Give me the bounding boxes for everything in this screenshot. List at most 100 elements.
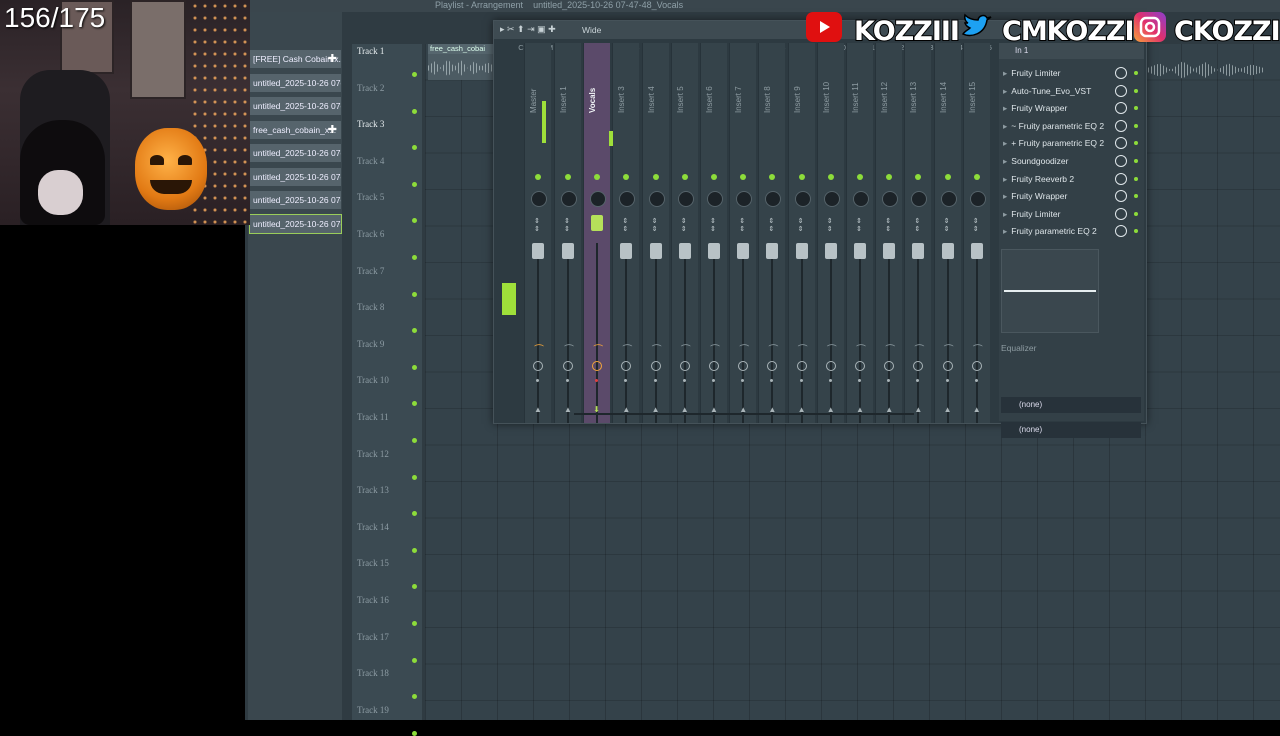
stereo-arrows-icon[interactable]: ⇕⇕ <box>798 218 804 234</box>
volume-fader[interactable] <box>678 243 691 259</box>
pan-knob[interactable] <box>648 191 665 207</box>
track-label[interactable]: Track 13 <box>357 485 389 495</box>
effect-slot[interactable]: ▸ Soundgoodizer <box>1003 153 1141 169</box>
track-label[interactable]: Track 14 <box>357 522 389 532</box>
track-label[interactable]: Track 15 <box>357 558 389 568</box>
track-mute-led[interactable] <box>412 72 417 77</box>
track-mute-led[interactable] <box>412 328 417 334</box>
mix-knob[interactable] <box>1115 225 1127 238</box>
send-icon[interactable]: ⏜ <box>622 345 632 356</box>
phase-icon[interactable] <box>825 361 836 371</box>
slot-enable-led[interactable] <box>1134 71 1138 75</box>
record-dot[interactable] <box>974 379 978 382</box>
record-dot[interactable] <box>536 379 539 382</box>
mixer-strip[interactable]: Insert 9 ⇕ ⇕ ⏜ ▲ <box>787 43 815 423</box>
track-label[interactable]: Track 3 <box>357 119 384 129</box>
phase-icon[interactable] <box>913 361 924 371</box>
strip-enable-led[interactable] <box>944 174 951 180</box>
mixer-strip[interactable]: Insert 15 ⇕ ⇕ ⏜ ▲ <box>962 43 990 423</box>
stereo-arrows-icon[interactable]: ⇕⇕ <box>681 218 687 234</box>
effect-slot[interactable]: ▸ ~ Fruity parametric EQ 2 <box>1003 118 1141 134</box>
slot-enable-led[interactable] <box>1134 194 1138 199</box>
mixer-strip[interactable]: Insert 3 ⇕ ⇕ ⏜ ▲ <box>612 43 640 423</box>
volume-fader[interactable] <box>562 243 574 259</box>
send-icon[interactable]: ⏜ <box>593 345 603 356</box>
mixer-strip[interactable]: Insert 11 ⇕ ⇕ ⏜ ▲ <box>846 43 873 423</box>
volume-fader[interactable] <box>941 243 954 259</box>
send-icon[interactable]: ⏜ <box>564 345 574 356</box>
slot-enable-led[interactable] <box>1134 123 1138 128</box>
phase-icon[interactable] <box>592 361 603 371</box>
phase-icon[interactable] <box>621 361 632 371</box>
track-label[interactable]: Track 12 <box>357 449 389 459</box>
track-label[interactable]: Track 5 <box>357 192 384 202</box>
route-arrow-icon[interactable]: ▲ <box>534 405 542 414</box>
browser-item[interactable]: untitled_2025-10-26 07-... <box>250 74 341 92</box>
strip-enable-led[interactable] <box>740 174 747 180</box>
browser-item[interactable]: untitled_2025-10-26 07-... <box>250 97 341 115</box>
mixer-strip[interactable]: Insert 10 ⇕ ⇕ ⏜ ▲ <box>816 43 844 423</box>
effect-slot[interactable]: ▸ Auto-Tune_Evo_VST <box>1003 83 1141 99</box>
stereo-arrows-icon[interactable]: ⇕⇕ <box>944 218 950 234</box>
browser-item[interactable]: untitled_2025-10-26 07-... <box>249 214 342 234</box>
track-mute-led[interactable] <box>412 547 417 553</box>
send-icon[interactable]: ⏜ <box>914 345 924 356</box>
mix-knob[interactable] <box>1115 172 1127 185</box>
audio-clip-waveform[interactable] <box>1148 56 1263 80</box>
track-label[interactable]: Track 17 <box>357 632 389 642</box>
track-label[interactable]: Track 6 <box>357 229 384 239</box>
track-mute-led[interactable] <box>412 694 417 700</box>
track-mute-led[interactable] <box>412 401 417 407</box>
effect-slot[interactable]: ▸ Fruity Limiter <box>1003 65 1141 81</box>
stereo-arrows-icon[interactable]: ⇕⇕ <box>564 218 570 234</box>
mix-knob[interactable] <box>1115 102 1127 115</box>
strip-enable-led[interactable] <box>594 174 601 180</box>
browser-item[interactable]: untitled_2025-10-26 07-... <box>250 168 341 186</box>
volume-fader[interactable] <box>883 243 896 259</box>
output-route[interactable]: (none) <box>1001 422 1141 438</box>
phase-icon[interactable] <box>709 361 719 371</box>
strip-enable-led[interactable] <box>565 174 571 180</box>
track-mute-led[interactable] <box>412 108 417 114</box>
pan-knob[interactable] <box>969 191 986 207</box>
slot-enable-led[interactable] <box>1134 159 1138 163</box>
stereo-arrows-icon[interactable]: ⇕⇕ <box>739 218 745 234</box>
phase-icon[interactable] <box>767 361 778 371</box>
slot-enable-led[interactable] <box>1134 176 1138 181</box>
pan-knob[interactable] <box>561 191 577 207</box>
mixer-strip[interactable]: Insert 4 ⇕ ⇕ ⏜ ▲ <box>641 43 669 423</box>
track-mute-led[interactable] <box>412 584 417 590</box>
strip-enable-led[interactable] <box>915 174 922 180</box>
track-label[interactable]: Track 7 <box>357 266 384 276</box>
mix-knob[interactable] <box>1115 84 1127 97</box>
strip-enable-led[interactable] <box>681 174 688 180</box>
route-arrow-icon[interactable]: ▲ <box>564 405 572 414</box>
volume-fader[interactable] <box>737 243 750 259</box>
record-dot[interactable] <box>712 379 715 382</box>
audio-clip[interactable]: free_cash_cobai <box>428 44 494 80</box>
send-icon[interactable]: ⏜ <box>798 345 808 356</box>
mixer-strip[interactable]: Insert 14 ⇕ ⇕ ⏜ ▲ <box>933 43 961 423</box>
strip-enable-led[interactable] <box>798 174 805 180</box>
volume-fader[interactable] <box>970 243 983 259</box>
mixer-strip[interactable]: Insert 13 ⇕ ⇕ ⏜ ▲ <box>904 43 932 423</box>
mixer-strip[interactable]: Insert 8 ⇕ ⇕ ⏜ ▲ <box>758 43 786 423</box>
plus-icon[interactable]: ✚ <box>328 121 337 139</box>
browser-item[interactable]: untitled_2025-10-26 07-... <box>250 144 341 162</box>
track-mute-led[interactable] <box>412 291 417 297</box>
effect-slot[interactable]: ▸ Fruity parametric EQ 2 <box>1003 223 1141 239</box>
eq-graph[interactable] <box>1001 249 1099 333</box>
send-icon[interactable]: ⏜ <box>944 345 954 356</box>
mixer-tools-icon[interactable]: ▸ ✂ ⬆ ⇥ ▣ ✚ <box>500 24 556 35</box>
strip-enable-led[interactable] <box>711 174 717 180</box>
strip-enable-led[interactable] <box>652 174 659 180</box>
slot-enable-led[interactable] <box>1134 88 1138 93</box>
volume-fader[interactable] <box>532 243 544 259</box>
strip-enable-led[interactable] <box>973 174 980 180</box>
phase-icon[interactable] <box>884 361 895 371</box>
browser-item[interactable]: free_cash_cobain_x... ✚ <box>250 121 341 139</box>
stereo-arrows-icon[interactable]: ⇕⇕ <box>827 218 833 234</box>
stereo-arrows-icon[interactable]: ⇕⇕ <box>768 218 774 234</box>
slot-enable-led[interactable] <box>1134 141 1138 146</box>
track-mute-led[interactable] <box>412 438 417 443</box>
